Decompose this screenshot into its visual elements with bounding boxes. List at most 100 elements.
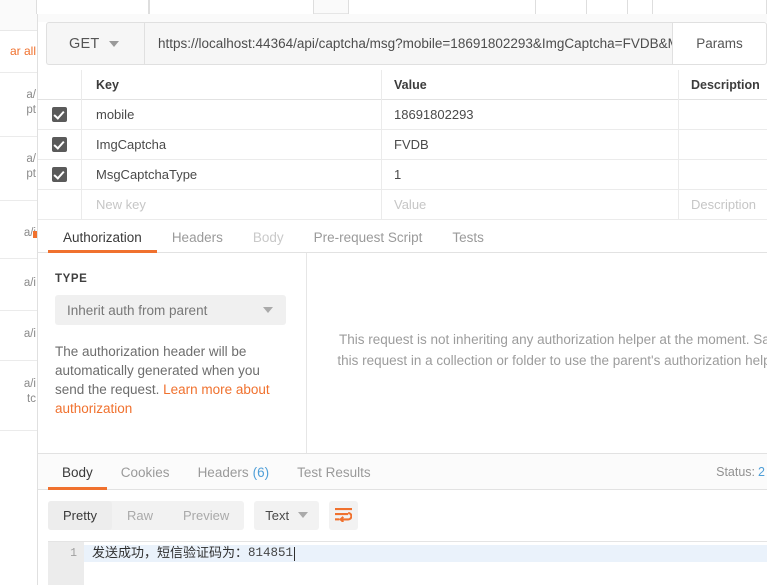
param-value-cell-text: 18691802293	[394, 107, 474, 122]
new-value-placeholder: Value	[394, 197, 427, 212]
new-key-placeholder: New key	[96, 197, 146, 212]
param-description-cell[interactable]	[679, 160, 767, 190]
response-status: Status: 2	[716, 454, 767, 490]
response-tab-test-results[interactable]: Test Results	[283, 454, 385, 490]
request-tab[interactable]	[36, 0, 149, 14]
view-mode-preview[interactable]: Preview	[168, 501, 244, 530]
params-table-row[interactable]: MsgCaptchaType 1	[38, 159, 767, 190]
request-section-tabs[interactable]: Authorization Headers Body Pre-request Scri…	[38, 222, 767, 253]
param-description-cell[interactable]	[679, 100, 767, 130]
sidebar-history-item[interactable]: a/pt	[0, 152, 37, 182]
sidebar-history-item[interactable]: a/pt	[0, 88, 37, 118]
response-format-select[interactable]: Text	[254, 500, 320, 530]
response-tab-label: Test Results	[297, 464, 371, 480]
sidebar: ar all a/pt a/pt a/i a/i a/i a/i tc	[0, 0, 38, 585]
url-input[interactable]: https://localhost:44364/api/captcha/msg?…	[144, 22, 673, 65]
request-tab-body[interactable]: Body	[238, 222, 299, 253]
param-value-cell-text: FVDB	[394, 137, 429, 152]
sidebar-history-item-line: a/	[26, 89, 36, 101]
request-tab[interactable]	[149, 0, 314, 14]
request-tab-authorization[interactable]: Authorization	[48, 222, 157, 253]
response-tab-list: Body Cookies Headers (6) Test Results	[48, 454, 385, 490]
sidebar-separator	[0, 310, 37, 311]
url-bar: GET https://localhost:44364/api/captcha/…	[46, 22, 767, 65]
sidebar-history-item-line: a/i	[23, 227, 36, 239]
auth-type-select[interactable]: Inherit auth from parent	[55, 295, 286, 325]
param-key-cell[interactable]: MsgCaptchaType	[82, 159, 382, 190]
checkbox-checked-icon	[52, 107, 67, 122]
request-tab-pre-request-script[interactable]: Pre-request Script	[299, 222, 438, 253]
response-section-tabs[interactable]: Body Cookies Headers (6) Test Results Status…	[38, 453, 767, 490]
chevron-down-icon	[298, 512, 309, 518]
param-enabled-checkbox[interactable]	[38, 99, 82, 130]
word-wrap-button[interactable]	[329, 500, 359, 530]
new-key-input[interactable]: New key	[82, 189, 382, 220]
tab-strip-gap	[38, 14, 767, 22]
sidebar-history-item[interactable]: a/i tc	[0, 377, 37, 407]
param-enabled-checkbox[interactable]	[38, 159, 82, 190]
param-key-cell[interactable]: ImgCaptcha	[82, 129, 382, 160]
sidebar-separator	[0, 136, 37, 137]
response-tab-headers[interactable]: Headers (6)	[184, 454, 284, 490]
request-tab[interactable]	[348, 0, 536, 14]
response-view-mode-group[interactable]: Pretty Raw Preview	[48, 500, 245, 530]
word-wrap-icon	[335, 508, 353, 522]
new-description-input[interactable]: Description	[679, 190, 767, 220]
response-code-area[interactable]: 发送成功，短信验证码为： 814851	[84, 542, 767, 585]
response-body-viewer[interactable]: 1 发送成功，短信验证码为： 814851	[48, 541, 767, 585]
request-tab-tests[interactable]: Tests	[437, 222, 499, 253]
sidebar-clear-all-link[interactable]: ar all	[0, 44, 37, 58]
sidebar-separator	[0, 360, 37, 361]
url-text: https://localhost:44364/api/captcha/msg?…	[158, 36, 672, 51]
main-panel: GET https://localhost:44364/api/captcha/…	[36, 0, 767, 585]
view-mode-pretty[interactable]: Pretty	[48, 500, 112, 530]
request-tab[interactable]	[627, 0, 653, 14]
request-tab-strip[interactable]	[36, 0, 767, 14]
http-method-selector[interactable]: GET	[46, 22, 144, 65]
sidebar-history-item[interactable]: a/i	[0, 276, 37, 291]
postman-window: ar all a/pt a/pt a/i a/i a/i a/i tc GET https:…	[0, 0, 767, 585]
response-tab-label: Headers	[197, 464, 249, 480]
sidebar-history-item-line: tc	[27, 393, 36, 405]
new-value-input[interactable]: Value	[382, 189, 679, 220]
text-cursor	[294, 546, 296, 561]
status-value: 2	[758, 465, 765, 479]
params-button-label: Params	[696, 36, 743, 51]
sidebar-history-item[interactable]: a/i	[0, 327, 37, 342]
params-button[interactable]: Params	[673, 22, 767, 65]
auth-type-label: TYPE	[55, 273, 88, 285]
request-tab[interactable]	[586, 0, 628, 14]
response-format-value: Text	[265, 507, 290, 523]
params-new-row[interactable]: New key Value Description	[38, 189, 767, 220]
param-value-cell[interactable]: 18691802293	[382, 99, 679, 130]
response-body-text-code: 814851	[248, 546, 294, 560]
params-table-row[interactable]: ImgCaptcha FVDB	[38, 129, 767, 160]
request-tab[interactable]	[652, 0, 767, 14]
param-key-cell-text: MsgCaptchaType	[96, 167, 198, 182]
sidebar-separator	[0, 258, 37, 259]
param-value-cell[interactable]: FVDB	[382, 129, 679, 160]
sidebar-top-divider	[0, 0, 37, 31]
view-mode-raw[interactable]: Raw	[112, 501, 168, 530]
response-tab-cookies[interactable]: Cookies	[107, 454, 184, 490]
sidebar-history-item-line: a/i	[23, 328, 36, 340]
param-enabled-checkbox[interactable]	[38, 129, 82, 160]
sidebar-separator	[0, 430, 37, 431]
line-number-gutter: 1	[48, 542, 84, 585]
param-description-cell[interactable]	[679, 130, 767, 160]
params-table-row[interactable]: mobile 18691802293	[38, 99, 767, 130]
param-key-cell[interactable]: mobile	[82, 99, 382, 130]
request-tab[interactable]	[535, 0, 587, 14]
response-tab-body[interactable]: Body	[48, 454, 107, 490]
auth-help-text: The authorization header will be automat…	[55, 342, 279, 418]
http-method-label: GET	[69, 35, 100, 52]
header-key-label: Key	[96, 77, 119, 92]
request-tab-headers[interactable]: Headers	[157, 222, 238, 253]
param-value-cell[interactable]: 1	[382, 159, 679, 190]
header-checkbox-cell	[38, 69, 82, 100]
response-body-line[interactable]: 发送成功，短信验证码为： 814851	[84, 545, 767, 562]
chevron-down-icon	[263, 307, 273, 313]
header-key-cell: Key	[82, 69, 382, 100]
header-value-cell: Value	[382, 69, 679, 100]
status-label: Status:	[716, 465, 756, 479]
